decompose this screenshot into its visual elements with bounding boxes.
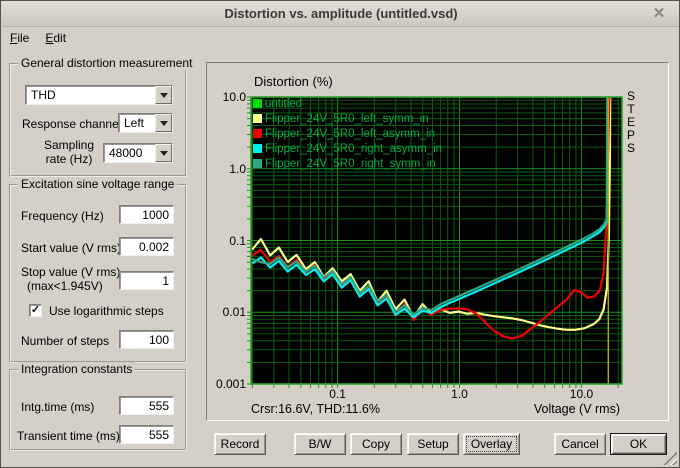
ok-button[interactable]: OK (610, 433, 667, 455)
legend-item: Flipper_24V_5R0_left_symm_in (253, 111, 442, 126)
legend-label: Flipper_24V_5R0_left_symm_in (265, 112, 429, 125)
legend-swatch (253, 159, 262, 168)
log-steps-label: Use logarithmic steps (49, 304, 164, 318)
legend-item: Flipper_24V_5R0_right_asymm_in (253, 141, 442, 156)
y-tick-label: 0.1 (229, 233, 246, 248)
legend-swatch (253, 114, 262, 123)
number-of-steps-label: Number of steps (21, 334, 110, 348)
overlay-button[interactable]: Overlay (463, 433, 520, 455)
measurement-type-combobox[interactable]: THD (25, 85, 173, 105)
log-steps-checkbox[interactable]: ✓ (29, 304, 42, 317)
legend-item: untitled (253, 96, 442, 111)
sampling-rate-label-line2: rate (Hz) (45, 152, 93, 166)
legend-label: Flipper_24V_5R0_left_asymm_in (265, 127, 436, 140)
steps-axis-label: STEPS (626, 89, 635, 155)
y-tick-label: 0.01 (222, 305, 246, 320)
menu-bar: File Edit (2, 28, 679, 48)
response-channel-value: Left (124, 116, 145, 130)
start-value-input[interactable] (119, 237, 174, 256)
copy-button[interactable]: Copy (350, 433, 402, 455)
app-window: Distortion vs. amplitude (untitled.vsd) … (0, 0, 680, 468)
group-general-title: General distortion measurement (18, 56, 196, 70)
b-w-button[interactable]: B/W (294, 433, 346, 455)
response-channel-combobox[interactable]: Left (118, 113, 173, 133)
intg-time-input[interactable] (119, 396, 174, 415)
x-tick-label: 10.0 (569, 387, 594, 401)
transient-time-label: Transient time (ms) (17, 429, 120, 443)
chart-legend: untitled Flipper_24V_5R0_left_symm_in Flip… (253, 96, 442, 171)
menu-file[interactable]: File (2, 29, 37, 47)
stop-value-input[interactable] (119, 271, 174, 290)
legend-item: Flipper_24V_5R0_right_symm_in (253, 156, 442, 171)
sampling-rate-combobox[interactable]: 48000 (103, 143, 173, 163)
start-value-label: Start value (V rms) (21, 241, 122, 255)
title-bar[interactable]: Distortion vs. amplitude (untitled.vsd) … (2, 1, 679, 27)
chevron-down-icon[interactable] (155, 86, 172, 104)
frequency-label: Frequency (Hz) (21, 209, 104, 223)
group-excitation-title: Excitation sine voltage range (18, 177, 178, 191)
record-button[interactable]: Record (214, 433, 266, 455)
legend-item: Flipper_24V_5R0_left_asymm_in (253, 126, 442, 141)
group-integration-title: Integration constants (18, 362, 136, 376)
legend-label: Flipper_24V_5R0_right_asymm_in (265, 142, 443, 155)
transient-time-input[interactable] (119, 425, 174, 444)
y-tick-label: 0.001 (215, 377, 246, 391)
chevron-down-icon[interactable] (155, 144, 172, 162)
y-tick-label: 10.0 (222, 90, 246, 104)
x-tick-label: 0.1 (329, 387, 346, 401)
close-icon[interactable]: ✕ (650, 5, 668, 23)
cursor-status-text: Crsr:16.6V, THD:11.6% (251, 402, 380, 416)
legend-label: Flipper_24V_5R0_right_symm_in (265, 157, 436, 170)
number-of-steps-input[interactable] (119, 330, 174, 349)
setup-button[interactable]: Setup (407, 433, 459, 455)
chart-title: Distortion (%) (254, 74, 333, 89)
menu-edit[interactable]: Edit (37, 29, 74, 47)
frequency-input[interactable] (119, 205, 174, 224)
measurement-type-value: THD (31, 88, 56, 102)
cancel-button[interactable]: Cancel (554, 433, 606, 455)
window-title: Distortion vs. amplitude (untitled.vsd) (224, 6, 458, 21)
response-channel-label: Response channel (22, 117, 122, 131)
legend-label: untitled (265, 97, 303, 110)
legend-swatch (253, 99, 262, 108)
x-axis-title: Voltage (V rms) (533, 402, 620, 416)
chevron-down-icon[interactable] (155, 114, 172, 132)
sampling-rate-value: 48000 (109, 146, 143, 160)
legend-swatch (253, 144, 262, 153)
intg-time-label: Intg.time (ms) (21, 400, 95, 414)
chart-panel: Distortion (%) untitled Flipper_24V_5R0_l… (206, 62, 669, 421)
stop-value-label: Stop value (V rms) (21, 265, 121, 279)
x-tick-label: 1.0 (451, 387, 468, 401)
legend-swatch (253, 129, 262, 138)
sampling-rate-label-line1: Sampling (43, 138, 95, 152)
stop-value-note: (max<1.945V) (27, 279, 103, 293)
y-tick-label: 1.0 (229, 161, 246, 176)
